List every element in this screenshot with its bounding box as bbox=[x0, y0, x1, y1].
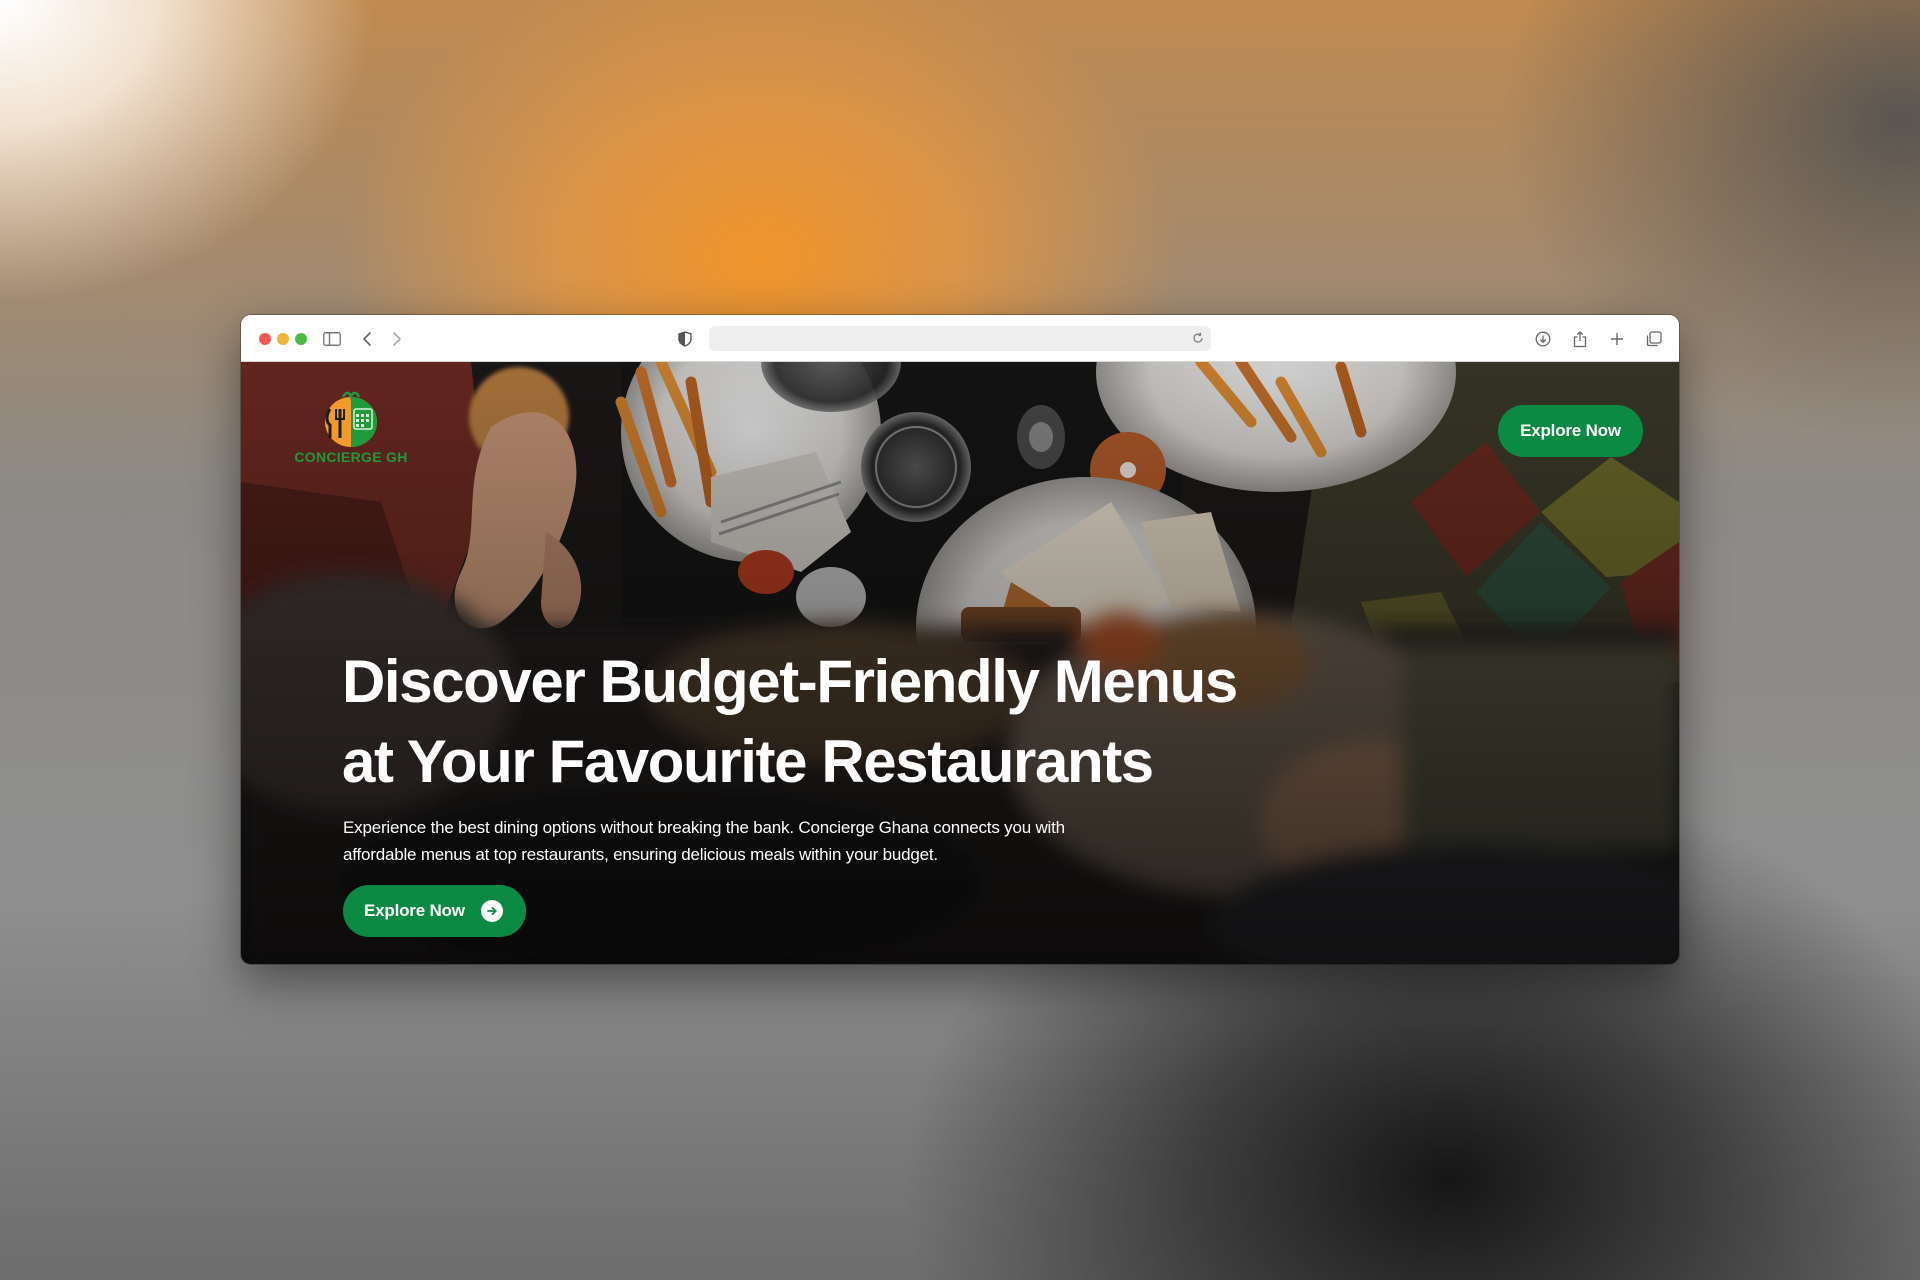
hero-headline: Discover Budget-Friendly Menus at Your F… bbox=[342, 642, 1342, 802]
close-window-button[interactable] bbox=[259, 333, 271, 345]
privacy-shield-icon[interactable] bbox=[674, 328, 696, 350]
hero-explore-now-button[interactable]: Explore Now bbox=[343, 885, 526, 937]
nav-explore-now-button[interactable]: Explore Now bbox=[1498, 405, 1643, 457]
logo-text: CONCIERGE GH bbox=[294, 449, 408, 465]
hero-section: CONCIERGE GH Explore Now Discover Budget… bbox=[241, 362, 1679, 964]
hero-explore-now-label: Explore Now bbox=[364, 901, 465, 920]
reload-icon[interactable] bbox=[1191, 331, 1205, 345]
hero-headline-line-2: at Your Favourite Restaurants bbox=[342, 728, 1154, 795]
hero-headline-line-1: Discover Budget-Friendly Menus bbox=[342, 648, 1238, 715]
site-logo[interactable]: CONCIERGE GH bbox=[291, 389, 411, 465]
browser-window: CONCIERGE GH Explore Now Discover Budget… bbox=[241, 315, 1679, 964]
tab-overview-icon[interactable] bbox=[1643, 328, 1665, 350]
sidebar-icon[interactable] bbox=[321, 328, 343, 350]
fork-knife-calendar-icon bbox=[325, 391, 377, 447]
hero-description-line-2: affordable menus at top restaurants, ens… bbox=[343, 845, 938, 864]
arrow-right-circle-icon bbox=[481, 900, 503, 922]
share-icon[interactable] bbox=[1569, 328, 1591, 350]
hero-description-line-1: Experience the best dining options witho… bbox=[343, 818, 1065, 837]
new-tab-icon[interactable] bbox=[1606, 328, 1628, 350]
back-icon[interactable] bbox=[356, 328, 378, 350]
browser-toolbar bbox=[241, 315, 1679, 362]
download-icon[interactable] bbox=[1532, 328, 1554, 350]
zoom-window-button[interactable] bbox=[295, 333, 307, 345]
minimize-window-button[interactable] bbox=[277, 333, 289, 345]
forward-icon[interactable] bbox=[386, 328, 408, 350]
hero-description: Experience the best dining options witho… bbox=[343, 814, 1163, 868]
address-bar[interactable] bbox=[709, 326, 1211, 351]
